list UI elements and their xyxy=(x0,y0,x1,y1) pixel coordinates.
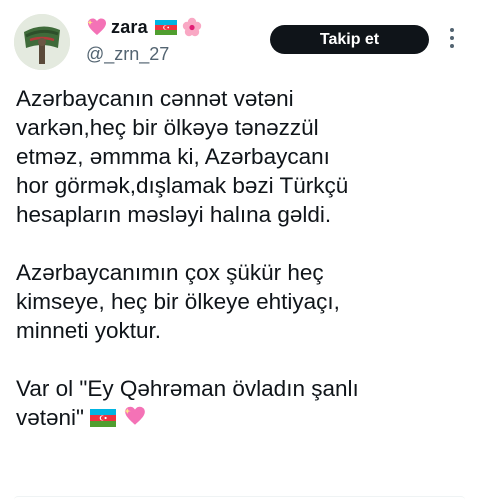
follow-button[interactable]: Takip et xyxy=(270,25,429,54)
tweet-line-text: vətəni" xyxy=(16,405,85,430)
tweet-line: varkən,heç bir ölkəyə tənəzzül xyxy=(16,115,319,140)
tweet-line: hesapların məsləyi halına gəldi. xyxy=(16,202,332,227)
avatar-image xyxy=(14,14,70,70)
azerbaijan-flag-icon xyxy=(154,19,177,35)
tweet-line: kimseye, heç bir ölkeye ehtiyaçı, xyxy=(16,289,340,314)
tweet-line: Azərbaycanın cənnət vətəni xyxy=(16,86,294,111)
card-bottom-edge xyxy=(14,496,465,500)
tweet-line: hor görmək,dışlamak bəzi Türkçü xyxy=(16,173,349,198)
display-name[interactable]: zara xyxy=(111,17,148,38)
tweet-line: minneti yoktur. xyxy=(16,318,162,343)
avatar[interactable] xyxy=(14,14,70,70)
tweet-text: Azərbaycanın cənnət vətəni varkən,heç bi… xyxy=(16,84,466,434)
tweet-line-last: vətəni" xyxy=(16,403,466,434)
tweet-line: Azərbaycanımın çox şükür heç xyxy=(16,260,324,285)
more-dots-icon[interactable] xyxy=(449,28,455,50)
user-handle[interactable]: @_zrn_27 xyxy=(86,44,169,65)
tweet-line: etməz, əmmma ki, Azərbaycanı xyxy=(16,144,330,169)
tweet-line: Var ol "Ey Qəhrəman övladın şanlı xyxy=(16,376,359,401)
sparkling-heart-icon xyxy=(86,17,108,37)
tweet-header: zara @_zrn_27 Takip et xyxy=(0,0,479,80)
sparkling-heart-icon xyxy=(123,405,147,434)
azerbaijan-flag-icon xyxy=(90,405,117,434)
display-name-row[interactable]: zara xyxy=(86,14,202,40)
hibiscus-icon xyxy=(182,17,202,37)
